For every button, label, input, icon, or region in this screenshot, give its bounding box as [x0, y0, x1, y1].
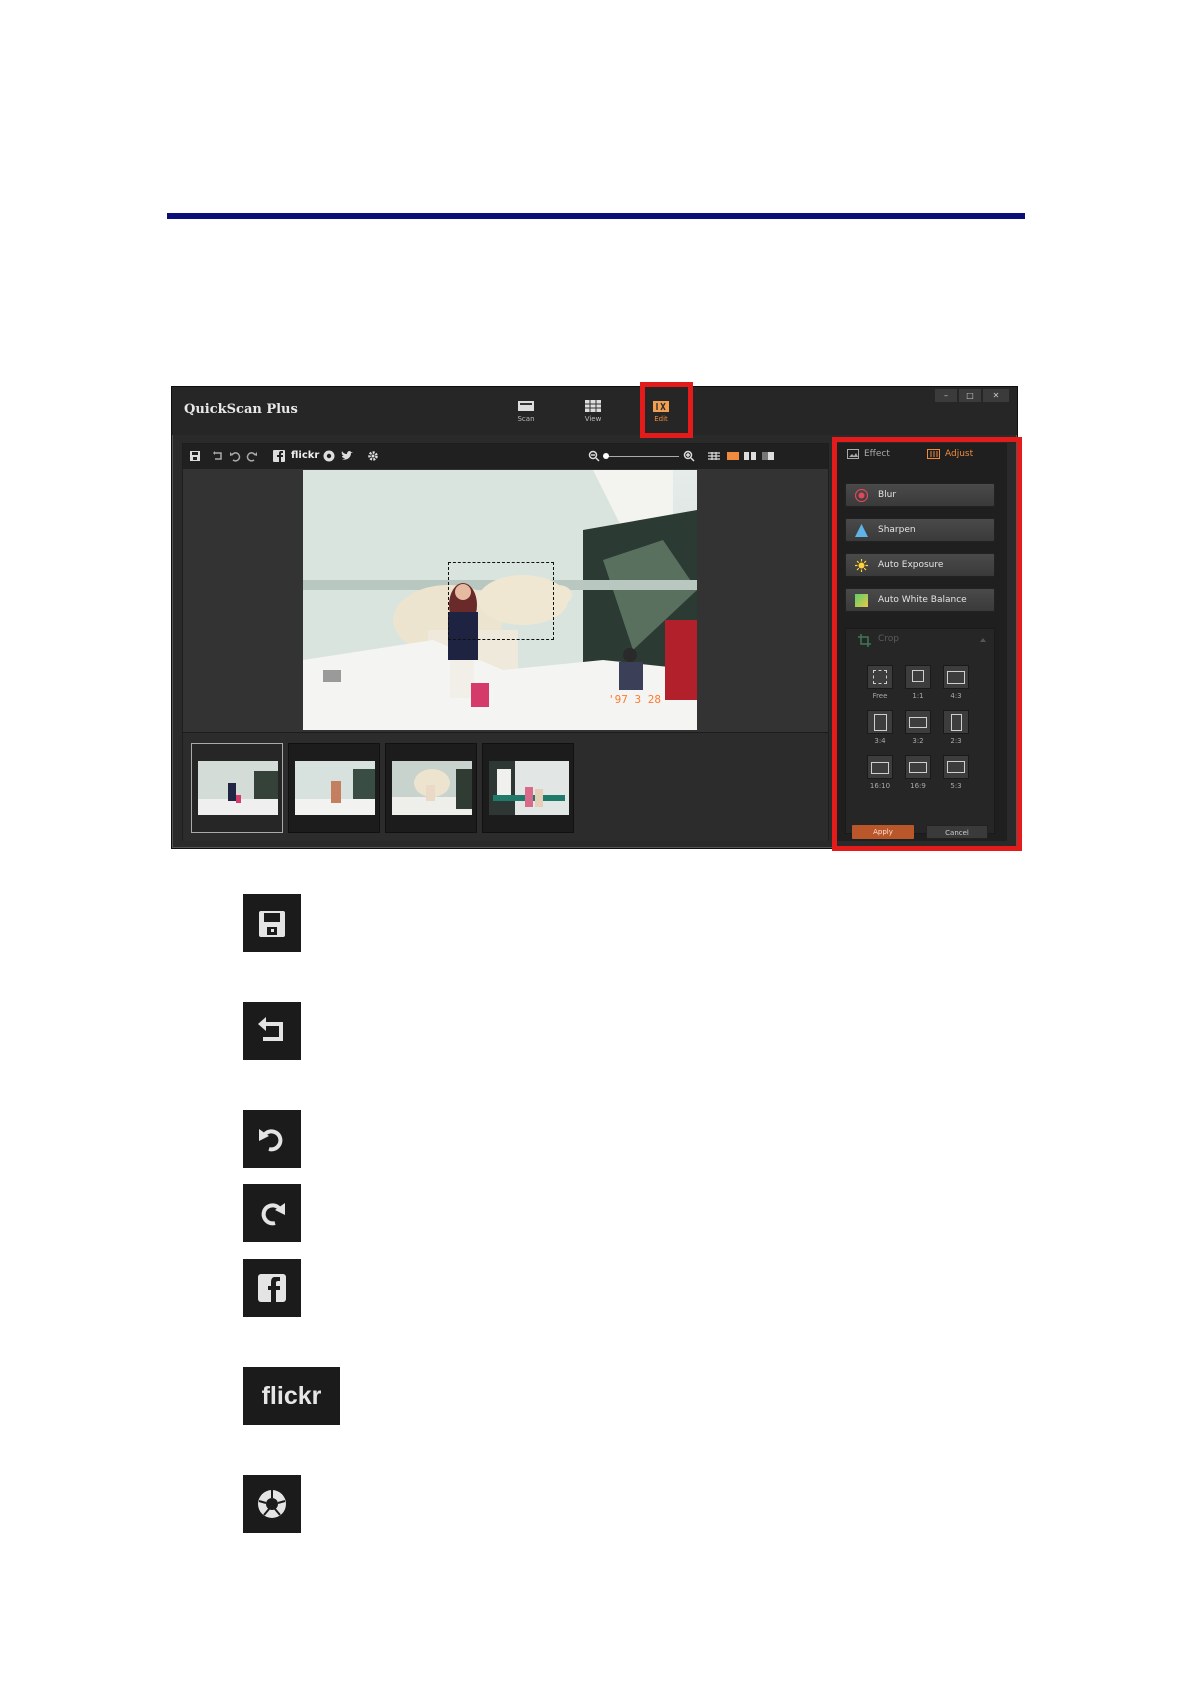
compare-view-icon[interactable] — [743, 450, 757, 462]
header-rule — [167, 213, 1025, 219]
mode-tab-scan-label: Scan — [517, 415, 535, 423]
revert-icon[interactable] — [212, 450, 224, 462]
save-icon[interactable] — [189, 450, 201, 462]
thumbnail-4-image — [489, 761, 569, 815]
main-photo[interactable]: '97 3 28 — [303, 470, 697, 730]
zoom-slider-handle[interactable] — [603, 453, 609, 459]
settings-gear-icon[interactable] — [367, 450, 379, 462]
minimize-button[interactable]: – — [935, 389, 957, 402]
zoom-out-icon[interactable] — [588, 450, 600, 462]
zoom-in-icon[interactable] — [683, 450, 695, 462]
thumbnail-strip — [183, 732, 828, 841]
maximize-button[interactable]: □ — [959, 389, 981, 402]
thumbnail-2-image — [295, 761, 375, 815]
revert-icon — [258, 1017, 283, 1041]
zoom-slider-track[interactable] — [605, 456, 679, 457]
facebook-icon[interactable] — [273, 450, 285, 462]
undo-icon — [259, 1129, 283, 1152]
mode-tab-view-label: View — [584, 415, 602, 423]
twitter-icon[interactable] — [341, 450, 354, 462]
before-after-icon[interactable] — [761, 450, 775, 462]
thumbnail-grid-icon[interactable] — [707, 450, 721, 462]
thumbnail-1[interactable] — [191, 743, 283, 833]
legend-undo-tile — [243, 1110, 301, 1168]
edit-toolbar: flickr — [183, 444, 828, 469]
edit-tab-highlight — [640, 382, 693, 438]
single-view-icon[interactable] — [726, 450, 740, 462]
close-button[interactable]: ✕ — [983, 389, 1009, 402]
thumbnail-3-image — [392, 761, 472, 815]
photo-date-stamp: '97 3 28 — [608, 693, 661, 706]
preview-area: flickr '97 3 28 — [182, 443, 829, 841]
scanner-icon — [518, 401, 534, 411]
legend-save-tile — [243, 894, 301, 952]
title-bar: QuickScan Plus Scan View Edit – □ ✕ — [172, 387, 1017, 435]
app-title: QuickScan Plus — [184, 402, 298, 417]
flickr-logo-text: flickr — [261, 1382, 322, 1410]
picasa-icon — [258, 1490, 286, 1518]
thumbnail-1-image — [198, 761, 278, 815]
legend-revert-tile — [243, 1002, 301, 1060]
facebook-icon — [258, 1274, 286, 1302]
mode-tab-scan[interactable]: Scan — [506, 399, 546, 423]
legend-picasa-tile — [243, 1475, 301, 1533]
window-controls: – □ ✕ — [935, 389, 1009, 402]
grid-view-icon — [585, 400, 601, 412]
save-icon — [259, 911, 285, 937]
redo-icon[interactable] — [246, 450, 258, 462]
crop-selection-box[interactable] — [448, 562, 554, 640]
picasa-icon[interactable] — [323, 450, 335, 462]
thumbnail-2[interactable] — [288, 743, 380, 833]
redo-icon — [261, 1203, 285, 1226]
undo-icon[interactable] — [229, 450, 241, 462]
thumbnail-4[interactable] — [482, 743, 574, 833]
legend-redo-tile — [243, 1184, 301, 1242]
flickr-toolbar-label[interactable]: flickr — [291, 450, 319, 462]
thumbnail-3[interactable] — [385, 743, 477, 833]
legend-flickr-tile: flickr — [243, 1367, 340, 1425]
legend-facebook-tile — [243, 1259, 301, 1317]
mode-tab-view[interactable]: View — [573, 399, 613, 423]
adjust-panel-highlight — [832, 437, 1022, 851]
